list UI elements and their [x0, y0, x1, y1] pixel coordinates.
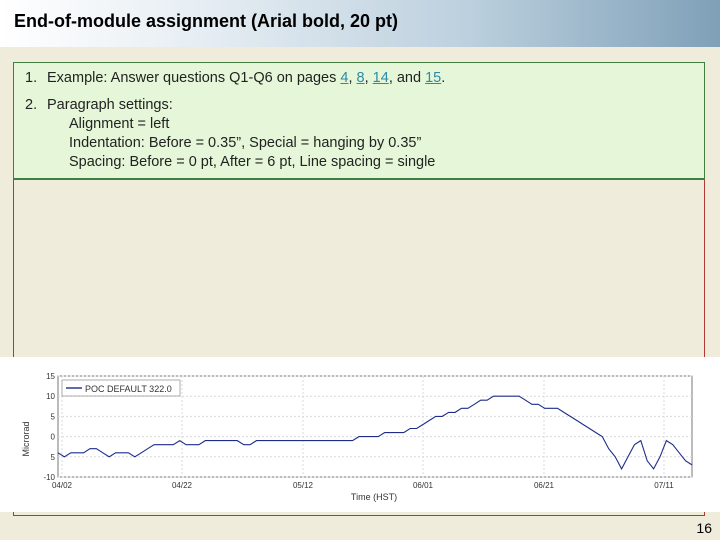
page-link-8[interactable]: 8 [357, 70, 365, 86]
x-tick-label: 04/22 [172, 481, 193, 490]
x-tick-label: 07/11 [654, 481, 674, 490]
setting-line-spacing: Spacing: Before = 0 pt, After = 6 pt, Li… [69, 154, 436, 170]
x-tick-label: 06/01 [413, 481, 434, 490]
instructions-box: 1. Example: Answer questions Q1-Q6 on pag… [13, 62, 705, 180]
y-ticks: 1510505-10 [43, 372, 55, 482]
page-link-15[interactable]: 15 [425, 70, 441, 86]
setting-line-indentation: Indentation: Before = 0.35”, Special = h… [69, 135, 422, 151]
item-text: Paragraph settings: [47, 97, 173, 113]
y-axis-label: Microrad [21, 421, 31, 456]
tilt-chart: Microrad Time (HST) 1510505-10 04/02 04/2… [21, 372, 693, 502]
x-tick-label: 06/21 [534, 481, 555, 490]
series-line-poc-default [57, 395, 693, 471]
separator: , and [388, 70, 426, 86]
page-number: 16 [696, 520, 712, 536]
y-tick-label: 15 [46, 372, 55, 381]
item-end: . [441, 70, 446, 86]
chart-area: Microrad Time (HST) 15 10 5 0 5 -10 04/02 04/2… [0, 357, 720, 512]
x-tick-label: 04/02 [52, 481, 73, 490]
separator: , [364, 70, 373, 86]
x-ticks: 04/02 04/22 05/12 06/01 06/21 07/11 [52, 481, 674, 490]
separator: , [348, 70, 357, 86]
item-text: Example: Answer questions Q1-Q6 on pages [47, 70, 341, 86]
legend-label: POC DEFAULT 322.0 [85, 384, 172, 394]
title-bar: End-of-module assignment (Arial bold, 20… [0, 0, 720, 47]
y-tick-label: 5 [51, 412, 56, 421]
instruction-item-2: 2. Paragraph settings: [25, 97, 173, 113]
page-link-14[interactable]: 14 [373, 70, 389, 86]
x-tick-label: 05/12 [293, 481, 314, 490]
setting-line-alignment: Alignment = left [69, 116, 170, 132]
item-number: 2. [25, 97, 38, 113]
y-tick-label: 0 [51, 433, 56, 442]
instruction-item-1: 1. Example: Answer questions Q1-Q6 on pag… [25, 70, 445, 86]
y-tick-label: 5 [51, 453, 56, 462]
item-number: 1. [25, 70, 38, 86]
legend: POC DEFAULT 322.0 [61, 379, 181, 397]
y-tick-label: 10 [46, 392, 55, 401]
x-axis-label: Time (HST) [351, 492, 397, 502]
slide-title: End-of-module assignment (Arial bold, 20… [14, 11, 399, 31]
